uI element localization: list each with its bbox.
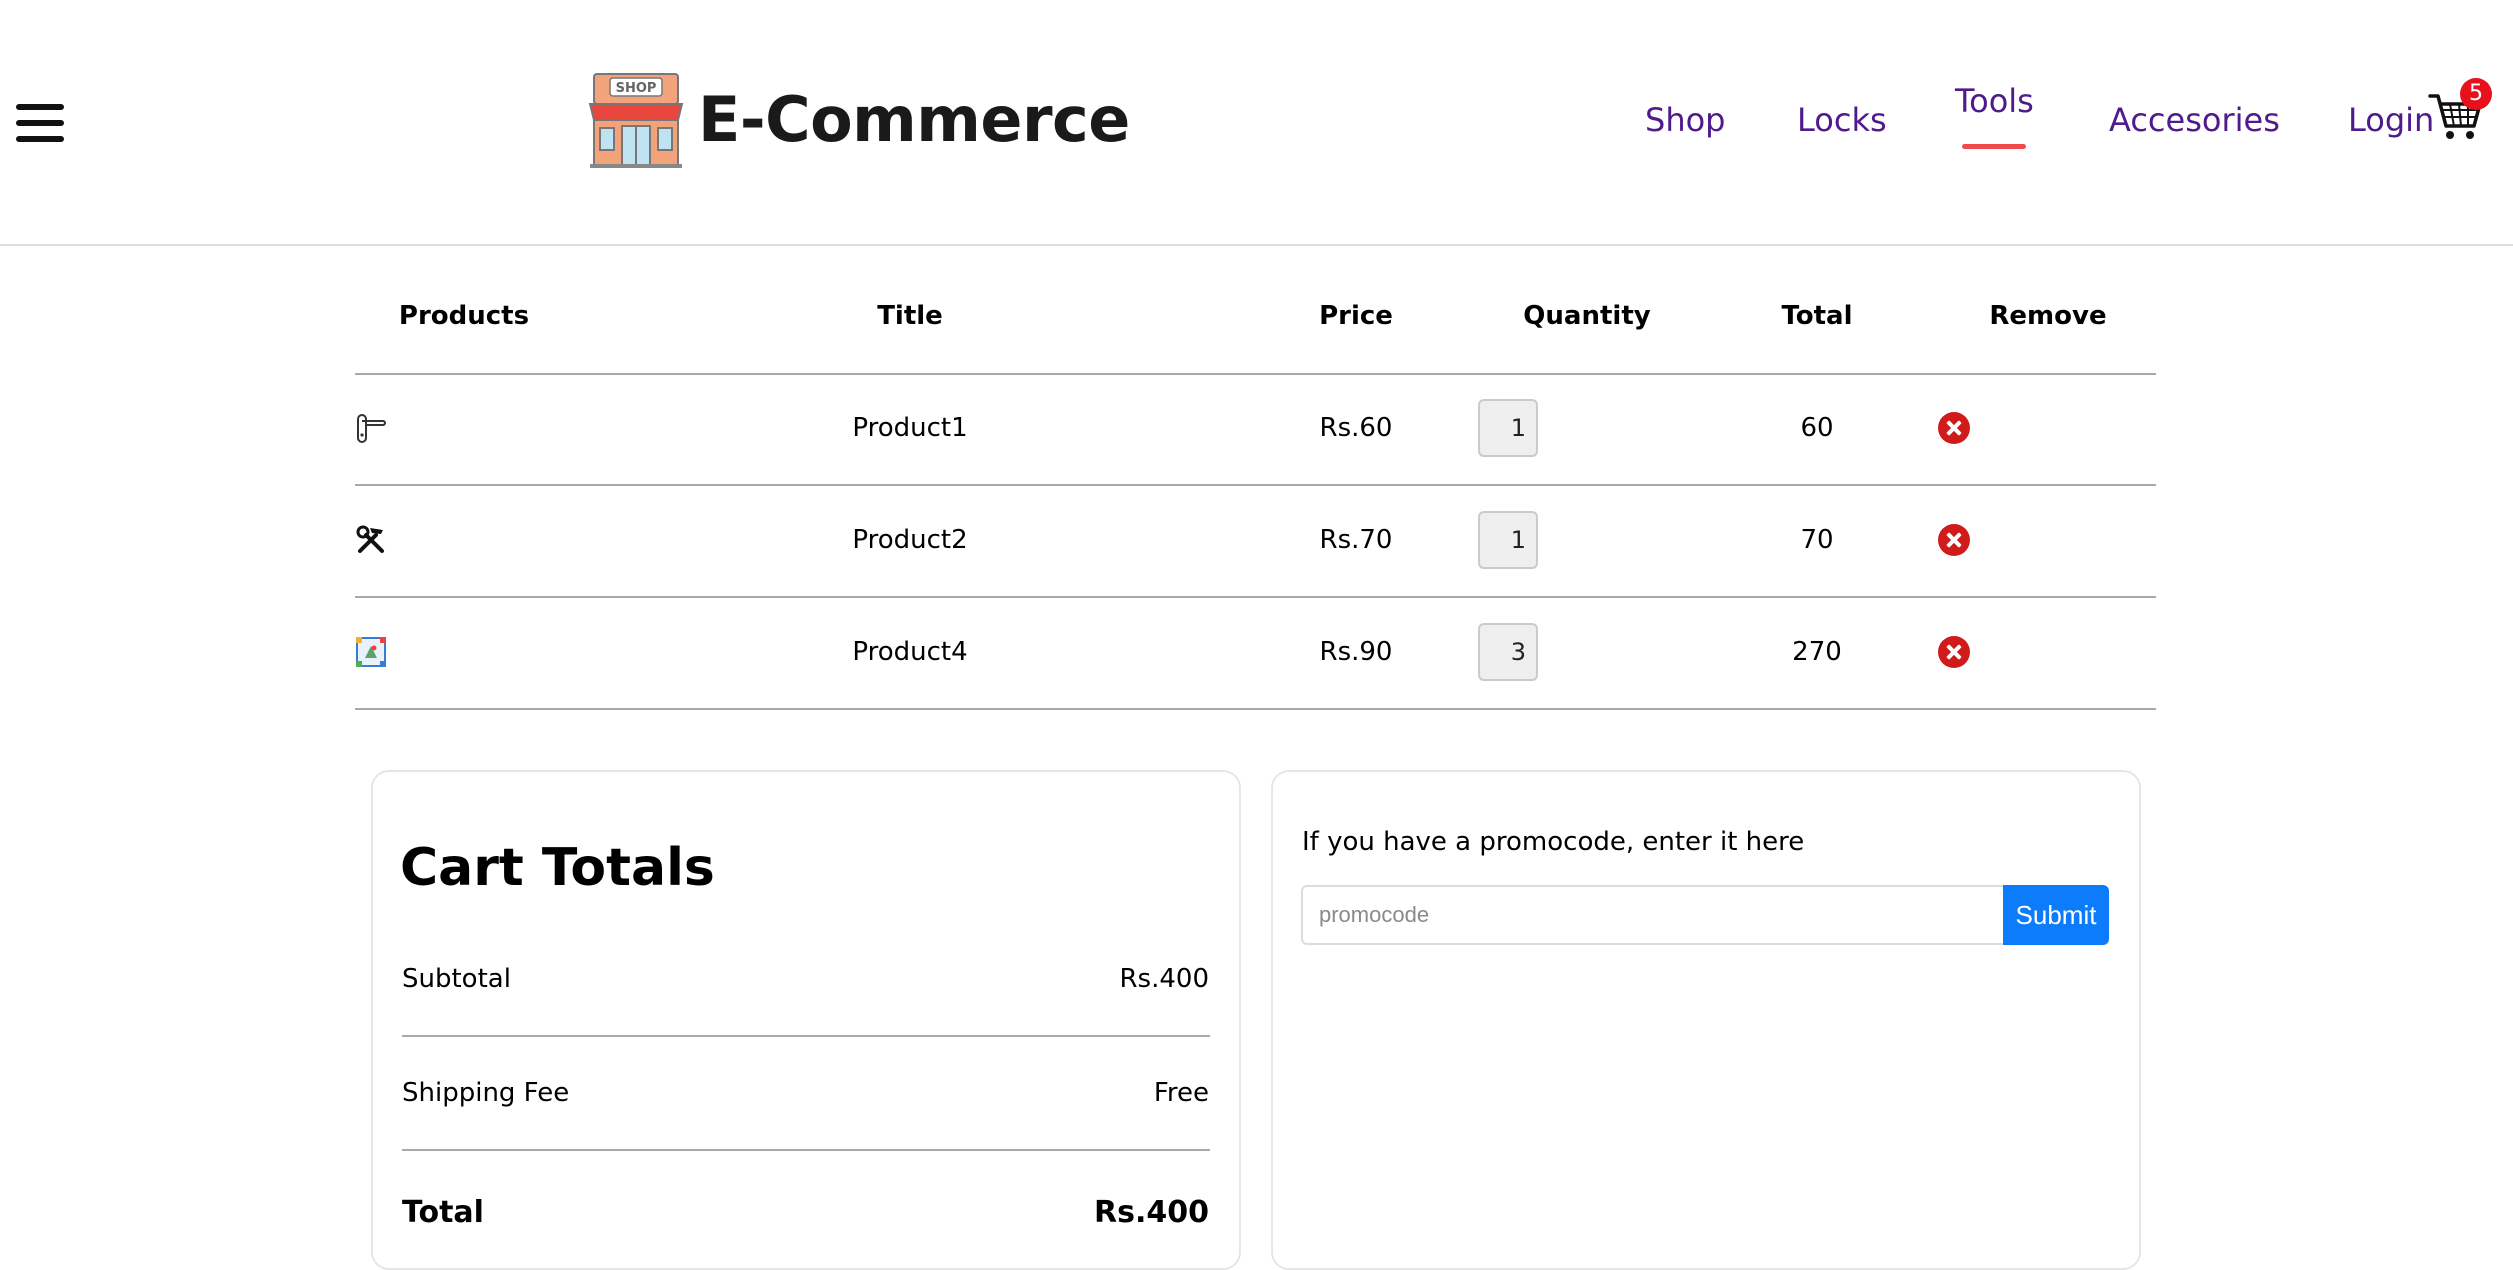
product-title: Product4 bbox=[852, 637, 968, 667]
shop-logo-icon[interactable]: SHOP bbox=[586, 70, 686, 170]
quantity-input[interactable] bbox=[1478, 623, 1538, 681]
column-header-price: Price bbox=[1319, 301, 1393, 331]
table-divider bbox=[355, 484, 2156, 486]
quantity-input[interactable] bbox=[1478, 399, 1538, 457]
total-label: Total bbox=[402, 1195, 484, 1230]
product-price: Rs.60 bbox=[1319, 413, 1393, 443]
column-header-quantity: Quantity bbox=[1523, 301, 1651, 331]
totals-divider bbox=[402, 1149, 1210, 1151]
shipping-fee-value: Free bbox=[1153, 1078, 1209, 1108]
nav-shop[interactable]: Shop bbox=[1645, 100, 1725, 140]
product-title: Product2 bbox=[852, 525, 968, 555]
svg-text:SHOP: SHOP bbox=[616, 81, 657, 96]
total-value: Rs.400 bbox=[1094, 1195, 1209, 1230]
totals-divider bbox=[402, 1035, 1210, 1037]
nav-tools[interactable]: Tools bbox=[1955, 81, 2034, 121]
nav-accesories[interactable]: Accesories bbox=[2109, 100, 2280, 140]
promocode-input[interactable] bbox=[1301, 885, 2005, 945]
hammer-wrench-icon bbox=[356, 525, 384, 553]
product-title: Product1 bbox=[852, 413, 968, 443]
column-header-total: Total bbox=[1781, 301, 1853, 331]
column-header-title: Title bbox=[877, 301, 943, 331]
subtotal-label: Subtotal bbox=[402, 964, 511, 994]
active-nav-indicator bbox=[1962, 144, 2026, 149]
product-total: 70 bbox=[1800, 525, 1834, 555]
hamburger-menu-icon[interactable] bbox=[16, 104, 64, 142]
product-price: Rs.90 bbox=[1319, 637, 1393, 667]
quantity-input[interactable] bbox=[1478, 511, 1538, 569]
product-total: 270 bbox=[1792, 637, 1842, 667]
frame-icon bbox=[356, 637, 386, 667]
table-divider bbox=[355, 373, 2156, 375]
site-header: SHOP E-Commerce Shop Locks Tools Accesor… bbox=[0, 0, 2513, 246]
product-total: 60 bbox=[1800, 413, 1834, 443]
submit-promocode-button[interactable]: Submit bbox=[2003, 885, 2109, 945]
nav-locks[interactable]: Locks bbox=[1797, 100, 1887, 140]
cart-totals-title: Cart Totals bbox=[400, 838, 715, 898]
product-price: Rs.70 bbox=[1319, 525, 1393, 555]
subtotal-value: Rs.400 bbox=[1119, 964, 1209, 994]
remove-item-icon[interactable] bbox=[1938, 636, 1970, 668]
brand-title[interactable]: E-Commerce bbox=[698, 82, 1130, 158]
table-divider bbox=[355, 708, 2156, 710]
nav-login[interactable]: Login bbox=[2348, 100, 2434, 140]
door-handle-icon bbox=[357, 414, 386, 443]
table-divider bbox=[355, 596, 2156, 598]
column-header-remove: Remove bbox=[1989, 301, 2107, 331]
promocode-prompt: If you have a promocode, enter it here bbox=[1302, 827, 1805, 857]
cart-count-badge: 5 bbox=[2460, 78, 2492, 110]
column-header-products: Products bbox=[398, 301, 530, 331]
remove-item-icon[interactable] bbox=[1938, 524, 1970, 556]
shipping-fee-label: Shipping Fee bbox=[402, 1078, 570, 1108]
remove-item-icon[interactable] bbox=[1938, 412, 1970, 444]
